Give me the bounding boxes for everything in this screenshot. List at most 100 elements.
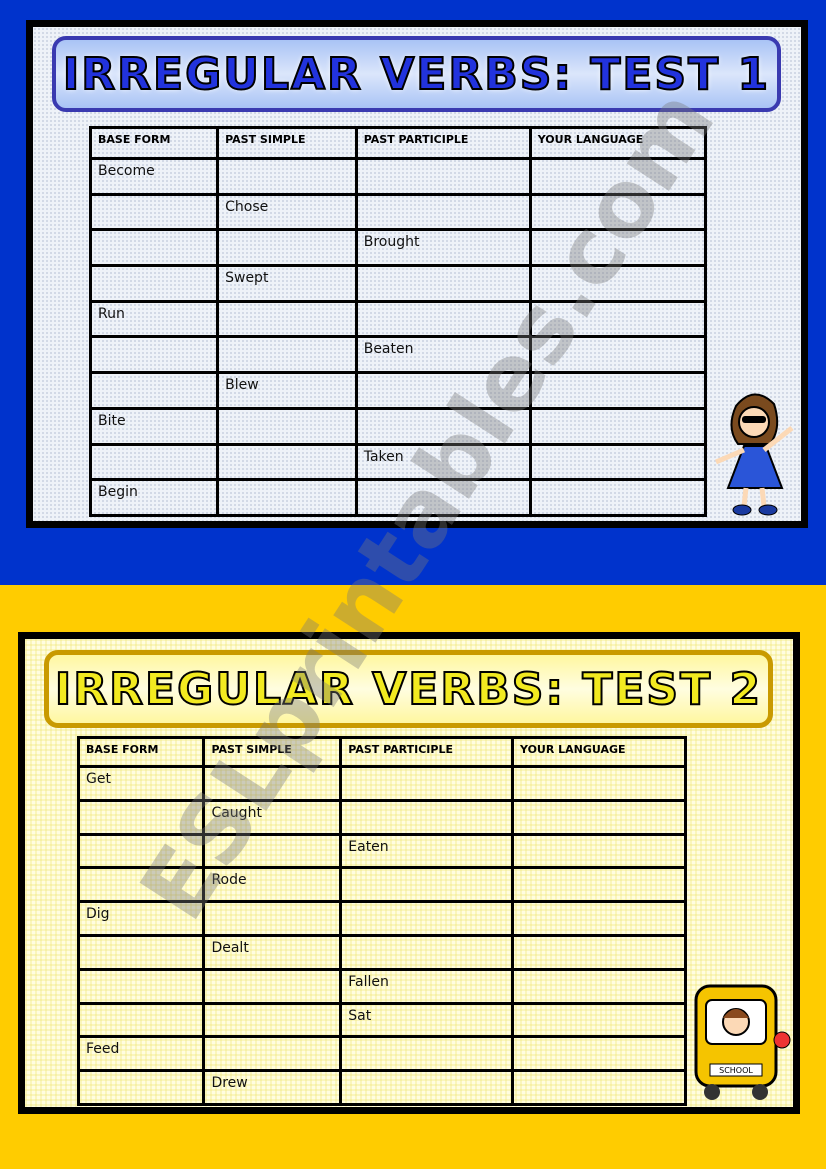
- column-header: PAST SIMPLE: [216, 126, 358, 160]
- answer-cell[interactable]: [76, 933, 206, 971]
- column-header: PAST SIMPLE: [202, 736, 343, 768]
- answer-cell[interactable]: [88, 264, 220, 303]
- answer-cell[interactable]: [339, 798, 514, 836]
- answer-cell[interactable]: [528, 371, 708, 410]
- answer-cell[interactable]: [339, 866, 514, 904]
- answer-cell[interactable]: [216, 478, 358, 517]
- answer-cell[interactable]: [202, 967, 343, 1005]
- answer-cell[interactable]: [216, 157, 358, 196]
- answer-cell[interactable]: [339, 933, 514, 971]
- answer-cell[interactable]: [511, 1001, 687, 1039]
- column-header: YOUR LANGUAGE: [528, 126, 708, 160]
- answer-cell[interactable]: [88, 442, 220, 482]
- table-row: Blew: [88, 371, 708, 410]
- answer-cell[interactable]: [511, 933, 687, 971]
- table-row: Become: [88, 157, 708, 196]
- answer-cell[interactable]: [88, 371, 220, 410]
- test-1-table: BASE FORM PAST SIMPLE PAST PARTICIPLE YO…: [88, 126, 708, 517]
- verb-cell: Bite: [88, 406, 220, 446]
- verb-cell: Caught: [202, 798, 343, 836]
- table-row: Get: [76, 765, 687, 802]
- answer-cell[interactable]: [76, 967, 206, 1005]
- answer-cell[interactable]: [511, 900, 687, 937]
- answer-cell[interactable]: [202, 832, 343, 870]
- answer-cell[interactable]: [354, 264, 532, 303]
- verb-cell: Begin: [88, 478, 220, 517]
- answer-cell[interactable]: [76, 832, 206, 870]
- answer-cell[interactable]: [88, 228, 220, 268]
- answer-cell[interactable]: [511, 832, 687, 870]
- table-row: Eaten: [76, 832, 687, 870]
- answer-cell[interactable]: [528, 157, 708, 196]
- table-row: Feed: [76, 1035, 687, 1073]
- answer-cell[interactable]: [339, 1069, 514, 1106]
- answer-cell[interactable]: [511, 765, 687, 802]
- answer-cell[interactable]: [528, 442, 708, 482]
- answer-cell[interactable]: [216, 406, 358, 446]
- test-1-title-banner: IRREGULAR VERBS: TEST 1: [52, 36, 781, 112]
- answer-cell[interactable]: [339, 765, 514, 802]
- school-bus-clipart: SCHOOL: [694, 984, 791, 1100]
- answer-cell[interactable]: [76, 1069, 206, 1106]
- verb-cell: Run: [88, 299, 220, 339]
- answer-cell[interactable]: [339, 900, 514, 937]
- test-2-title: IRREGULAR VERBS: TEST 2: [54, 663, 763, 716]
- verb-cell: Dealt: [202, 933, 343, 971]
- answer-cell[interactable]: [354, 478, 532, 517]
- answer-cell[interactable]: [76, 1001, 206, 1039]
- table-row: Dig: [76, 900, 687, 937]
- verb-cell: Rode: [202, 866, 343, 904]
- answer-cell[interactable]: [511, 866, 687, 904]
- answer-cell[interactable]: [202, 765, 343, 802]
- verb-cell: Get: [76, 765, 206, 802]
- table-row: Dealt: [76, 933, 687, 971]
- verb-cell: Become: [88, 157, 220, 196]
- verb-cell: Drew: [202, 1069, 343, 1106]
- answer-cell[interactable]: [528, 192, 708, 232]
- answer-cell[interactable]: [511, 1069, 687, 1106]
- answer-cell[interactable]: [88, 192, 220, 232]
- answer-cell[interactable]: [354, 299, 532, 339]
- answer-cell[interactable]: [511, 798, 687, 836]
- verb-cell: Brought: [354, 228, 532, 268]
- answer-cell[interactable]: [354, 371, 532, 410]
- column-header: BASE FORM: [88, 126, 220, 160]
- answer-cell[interactable]: [354, 406, 532, 446]
- table-row: Swept: [88, 264, 708, 303]
- test-1-card: IRREGULAR VERBS: TEST 1 BASE FORM PAST S…: [26, 20, 808, 528]
- answer-cell[interactable]: [88, 335, 220, 375]
- table-row: Run: [88, 299, 708, 339]
- answer-cell[interactable]: [76, 866, 206, 904]
- answer-cell[interactable]: [354, 192, 532, 232]
- verb-cell: Dig: [76, 900, 206, 937]
- table-row: Caught: [76, 798, 687, 836]
- verb-cell: Sat: [339, 1001, 514, 1039]
- table-row: Rode: [76, 866, 687, 904]
- verb-cell: Beaten: [354, 335, 532, 375]
- answer-cell[interactable]: [528, 299, 708, 339]
- answer-cell[interactable]: [511, 1035, 687, 1073]
- answer-cell[interactable]: [528, 228, 708, 268]
- answer-cell[interactable]: [528, 478, 708, 517]
- answer-cell[interactable]: [76, 798, 206, 836]
- test-1-title: IRREGULAR VERBS: TEST 1: [62, 48, 771, 101]
- table-row: Chose: [88, 192, 708, 232]
- answer-cell[interactable]: [216, 299, 358, 339]
- answer-cell[interactable]: [354, 157, 532, 196]
- answer-cell[interactable]: [202, 1001, 343, 1039]
- answer-cell[interactable]: [202, 1035, 343, 1073]
- answer-cell[interactable]: [216, 335, 358, 375]
- answer-cell[interactable]: [528, 406, 708, 446]
- answer-cell[interactable]: [216, 228, 358, 268]
- answer-cell[interactable]: [511, 967, 687, 1005]
- answer-cell[interactable]: [528, 264, 708, 303]
- table-row: Drew: [76, 1069, 687, 1106]
- answer-cell[interactable]: [216, 442, 358, 482]
- answer-cell[interactable]: [202, 900, 343, 937]
- answer-cell[interactable]: [339, 1035, 514, 1073]
- answer-cell[interactable]: [528, 335, 708, 375]
- header-row: BASE FORM PAST SIMPLE PAST PARTICIPLE YO…: [88, 126, 708, 160]
- table-row: Beaten: [88, 335, 708, 375]
- verb-cell: Swept: [216, 264, 358, 303]
- column-header: BASE FORM: [76, 736, 206, 768]
